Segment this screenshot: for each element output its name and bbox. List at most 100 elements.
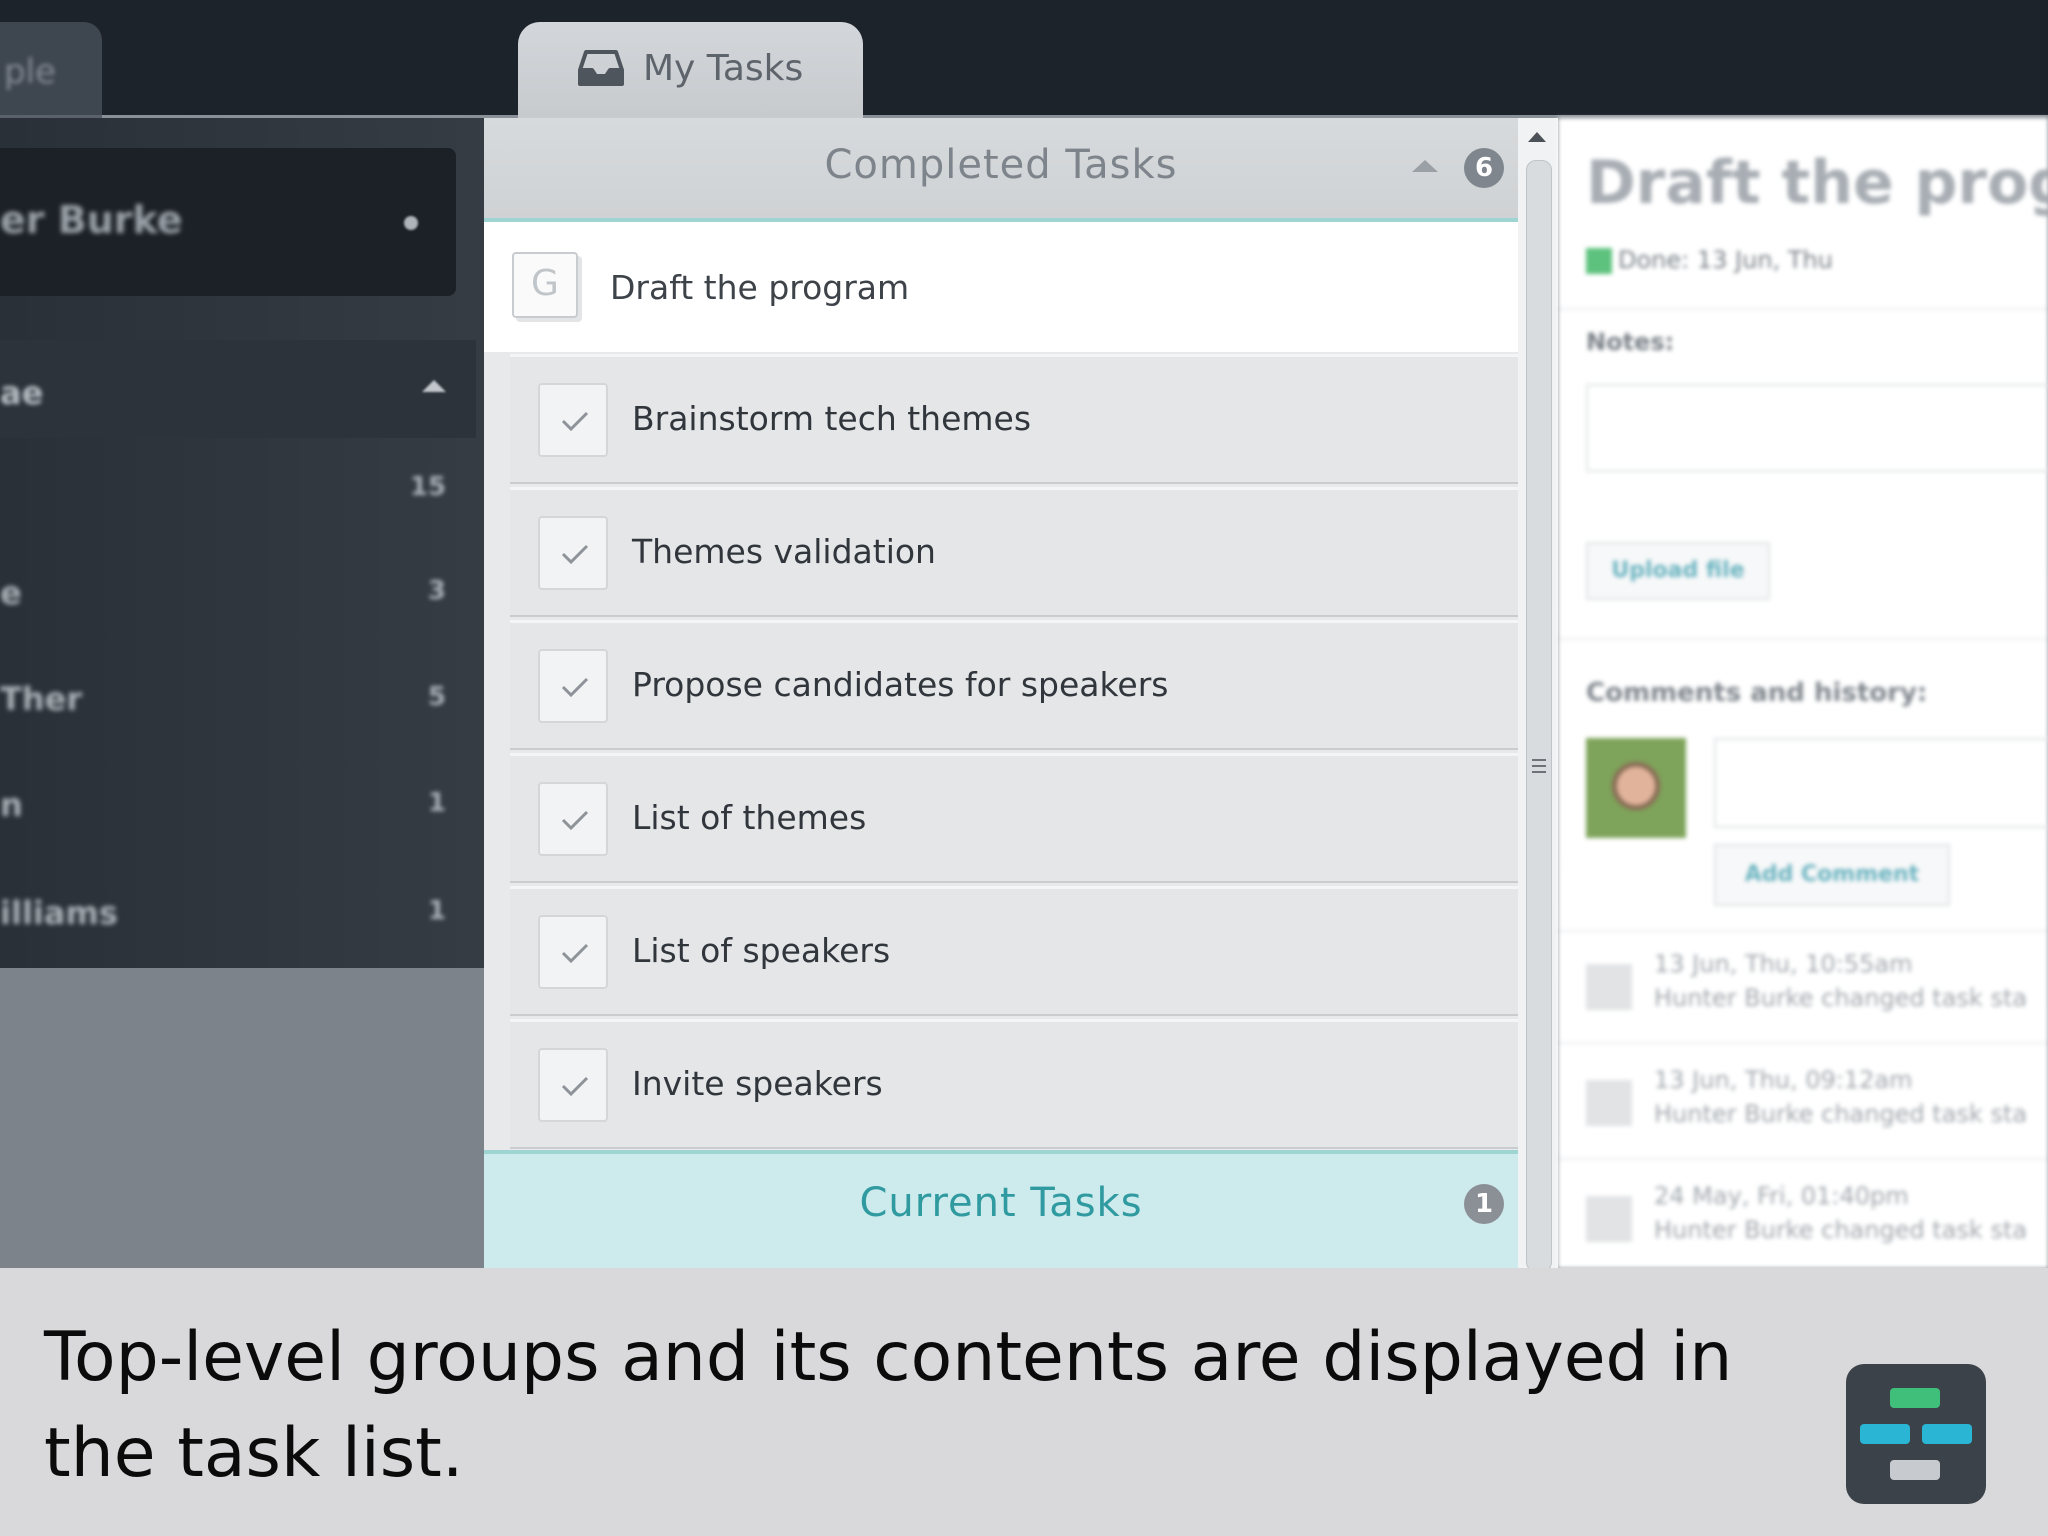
check-icon [561,411,589,432]
inbox-icon [578,50,624,86]
check-icon [561,810,589,831]
sidebar-empty-area [0,968,484,1268]
tab-my-tasks-label: My Tasks [643,48,804,89]
app-window: ple My Tasks er Burke ae 15 e 3 Ther 5 n… [0,0,2048,1268]
completed-checkbox[interactable] [538,383,608,457]
sidebar-item-count: 3 [427,576,446,606]
task-row[interactable]: List of speakers [510,886,1518,1016]
task-list-panel: Completed Tasks 6 G Draft the program Br… [484,118,1518,1268]
logo-bar [1860,1424,1910,1444]
task-row[interactable]: Themes validation [510,487,1518,617]
task-row[interactable]: Brainstorm tech themes [510,354,1518,484]
task-row[interactable]: Invite speakers [510,1019,1518,1149]
sidebar-group-header[interactable]: ae [0,340,476,438]
task-label: List of speakers [632,931,891,970]
comments-label: Comments and history: [1586,678,1928,708]
sidebar-item[interactable]: Ther 5 [0,648,476,748]
completed-checkbox[interactable] [538,782,608,856]
completed-tasks-header[interactable]: Completed Tasks 6 [484,118,1518,222]
check-icon [561,943,589,964]
notes-field[interactable] [1586,384,2048,472]
history-text: Hunter Burke changed task sta [1654,1216,2028,1244]
sidebar-item[interactable]: 15 [0,438,476,538]
sidebar-item-count: 5 [427,682,446,712]
sidebar-item[interactable]: e 3 [0,542,476,642]
history-item: 13 Jun, Thu, 09:12am Hunter Burke change… [1586,1066,2048,1146]
grip-icon [1532,759,1546,761]
task-label: Invite speakers [632,1064,883,1103]
group-icon: G [512,252,578,318]
sidebar-item[interactable]: illiams 1 [0,862,476,962]
task-label: Propose candidates for speakers [632,665,1169,704]
task-detail-pane: Draft the progra Done: 13 Jun, Thu Notes… [1558,118,2048,1268]
check-icon [561,1076,589,1097]
scrollbar-thumb[interactable] [1526,160,1552,1268]
history-item: 13 Jun, Thu, 10:55am Hunter Burke change… [1586,950,2048,1030]
logo-bar [1922,1424,1972,1444]
divider [1558,1158,2048,1160]
chevron-up-icon[interactable] [422,380,446,392]
detail-title: Draft the progra [1586,148,2048,218]
parent-task-label: Draft the program [610,268,910,307]
current-tasks-title: Current Tasks [859,1180,1143,1226]
history-icon [1586,1080,1632,1126]
task-label: Brainstorm tech themes [632,399,1032,438]
history-time: 24 May, Fri, 01:40pm [1654,1182,1909,1210]
completed-count-badge: 6 [1464,148,1504,188]
slide-caption: Top-level groups and its contents are di… [44,1318,1733,1493]
tab-partial-label: ple [4,52,56,92]
completed-checkbox[interactable] [538,516,608,590]
user-selector[interactable]: er Burke [0,148,456,296]
scroll-up-arrow-icon[interactable] [1528,132,1546,142]
logo-bar [1890,1388,1940,1408]
check-icon [561,544,589,565]
history-icon [1586,1196,1632,1242]
done-status-text: Done: 13 Jun, Thu [1618,246,1833,274]
sidebar-item[interactable]: n 1 [0,754,476,854]
done-status-icon [1586,248,1612,274]
sidebar-item-label: e [0,574,22,612]
sidebar-item-count: 1 [427,788,446,818]
user-name: er Burke [0,198,183,242]
upload-file-button[interactable]: Upload file [1586,542,1770,600]
completed-checkbox[interactable] [538,649,608,723]
app-logo-icon [1846,1364,1986,1504]
current-tasks-header[interactable]: Current Tasks 1 [484,1150,1518,1268]
task-row[interactable]: Propose candidates for speakers [510,620,1518,750]
divider [1558,930,2048,932]
task-row[interactable]: List of themes [510,753,1518,883]
sidebar-item-count: 15 [409,472,446,502]
logo-bar [1890,1460,1940,1480]
sidebar-item-label: n [0,786,23,824]
history-text: Hunter Burke changed task sta [1654,984,2028,1012]
sidebar-item-label: Ther [0,680,83,718]
task-label: Themes validation [632,532,936,571]
tab-my-tasks[interactable]: My Tasks [518,22,863,122]
history-item: 24 May, Fri, 01:40pm Hunter Burke change… [1586,1182,2048,1262]
task-label: List of themes [632,798,867,837]
check-icon [561,677,589,698]
completed-checkbox[interactable] [538,915,608,989]
current-count-badge: 1 [1464,1184,1504,1224]
scrollbar[interactable] [1518,118,1558,1268]
history-icon [1586,964,1632,1010]
tab-partial[interactable]: ple [0,22,102,118]
sidebar-group-label: ae [0,374,44,412]
divider [1558,308,2048,310]
history-text: Hunter Burke changed task sta [1654,1100,2028,1128]
add-comment-button[interactable]: Add Comment [1714,844,1950,906]
divider [1558,638,2048,640]
user-menu-icon[interactable] [404,216,418,230]
completed-checkbox[interactable] [538,1048,608,1122]
comment-field[interactable] [1714,738,2048,828]
sidebar: er Burke ae 15 e 3 Ther 5 n 1 illiams 1 [0,118,484,1268]
collapse-caret-icon[interactable] [1412,160,1438,172]
parent-task-row[interactable]: G Draft the program [484,222,1518,352]
completed-tasks-title: Completed Tasks [824,142,1178,188]
history-time: 13 Jun, Thu, 09:12am [1654,1066,1913,1094]
divider [1558,1042,2048,1044]
notes-label: Notes: [1586,328,1675,356]
avatar [1586,738,1686,838]
history-time: 13 Jun, Thu, 10:55am [1654,950,1913,978]
sidebar-item-count: 1 [427,896,446,926]
